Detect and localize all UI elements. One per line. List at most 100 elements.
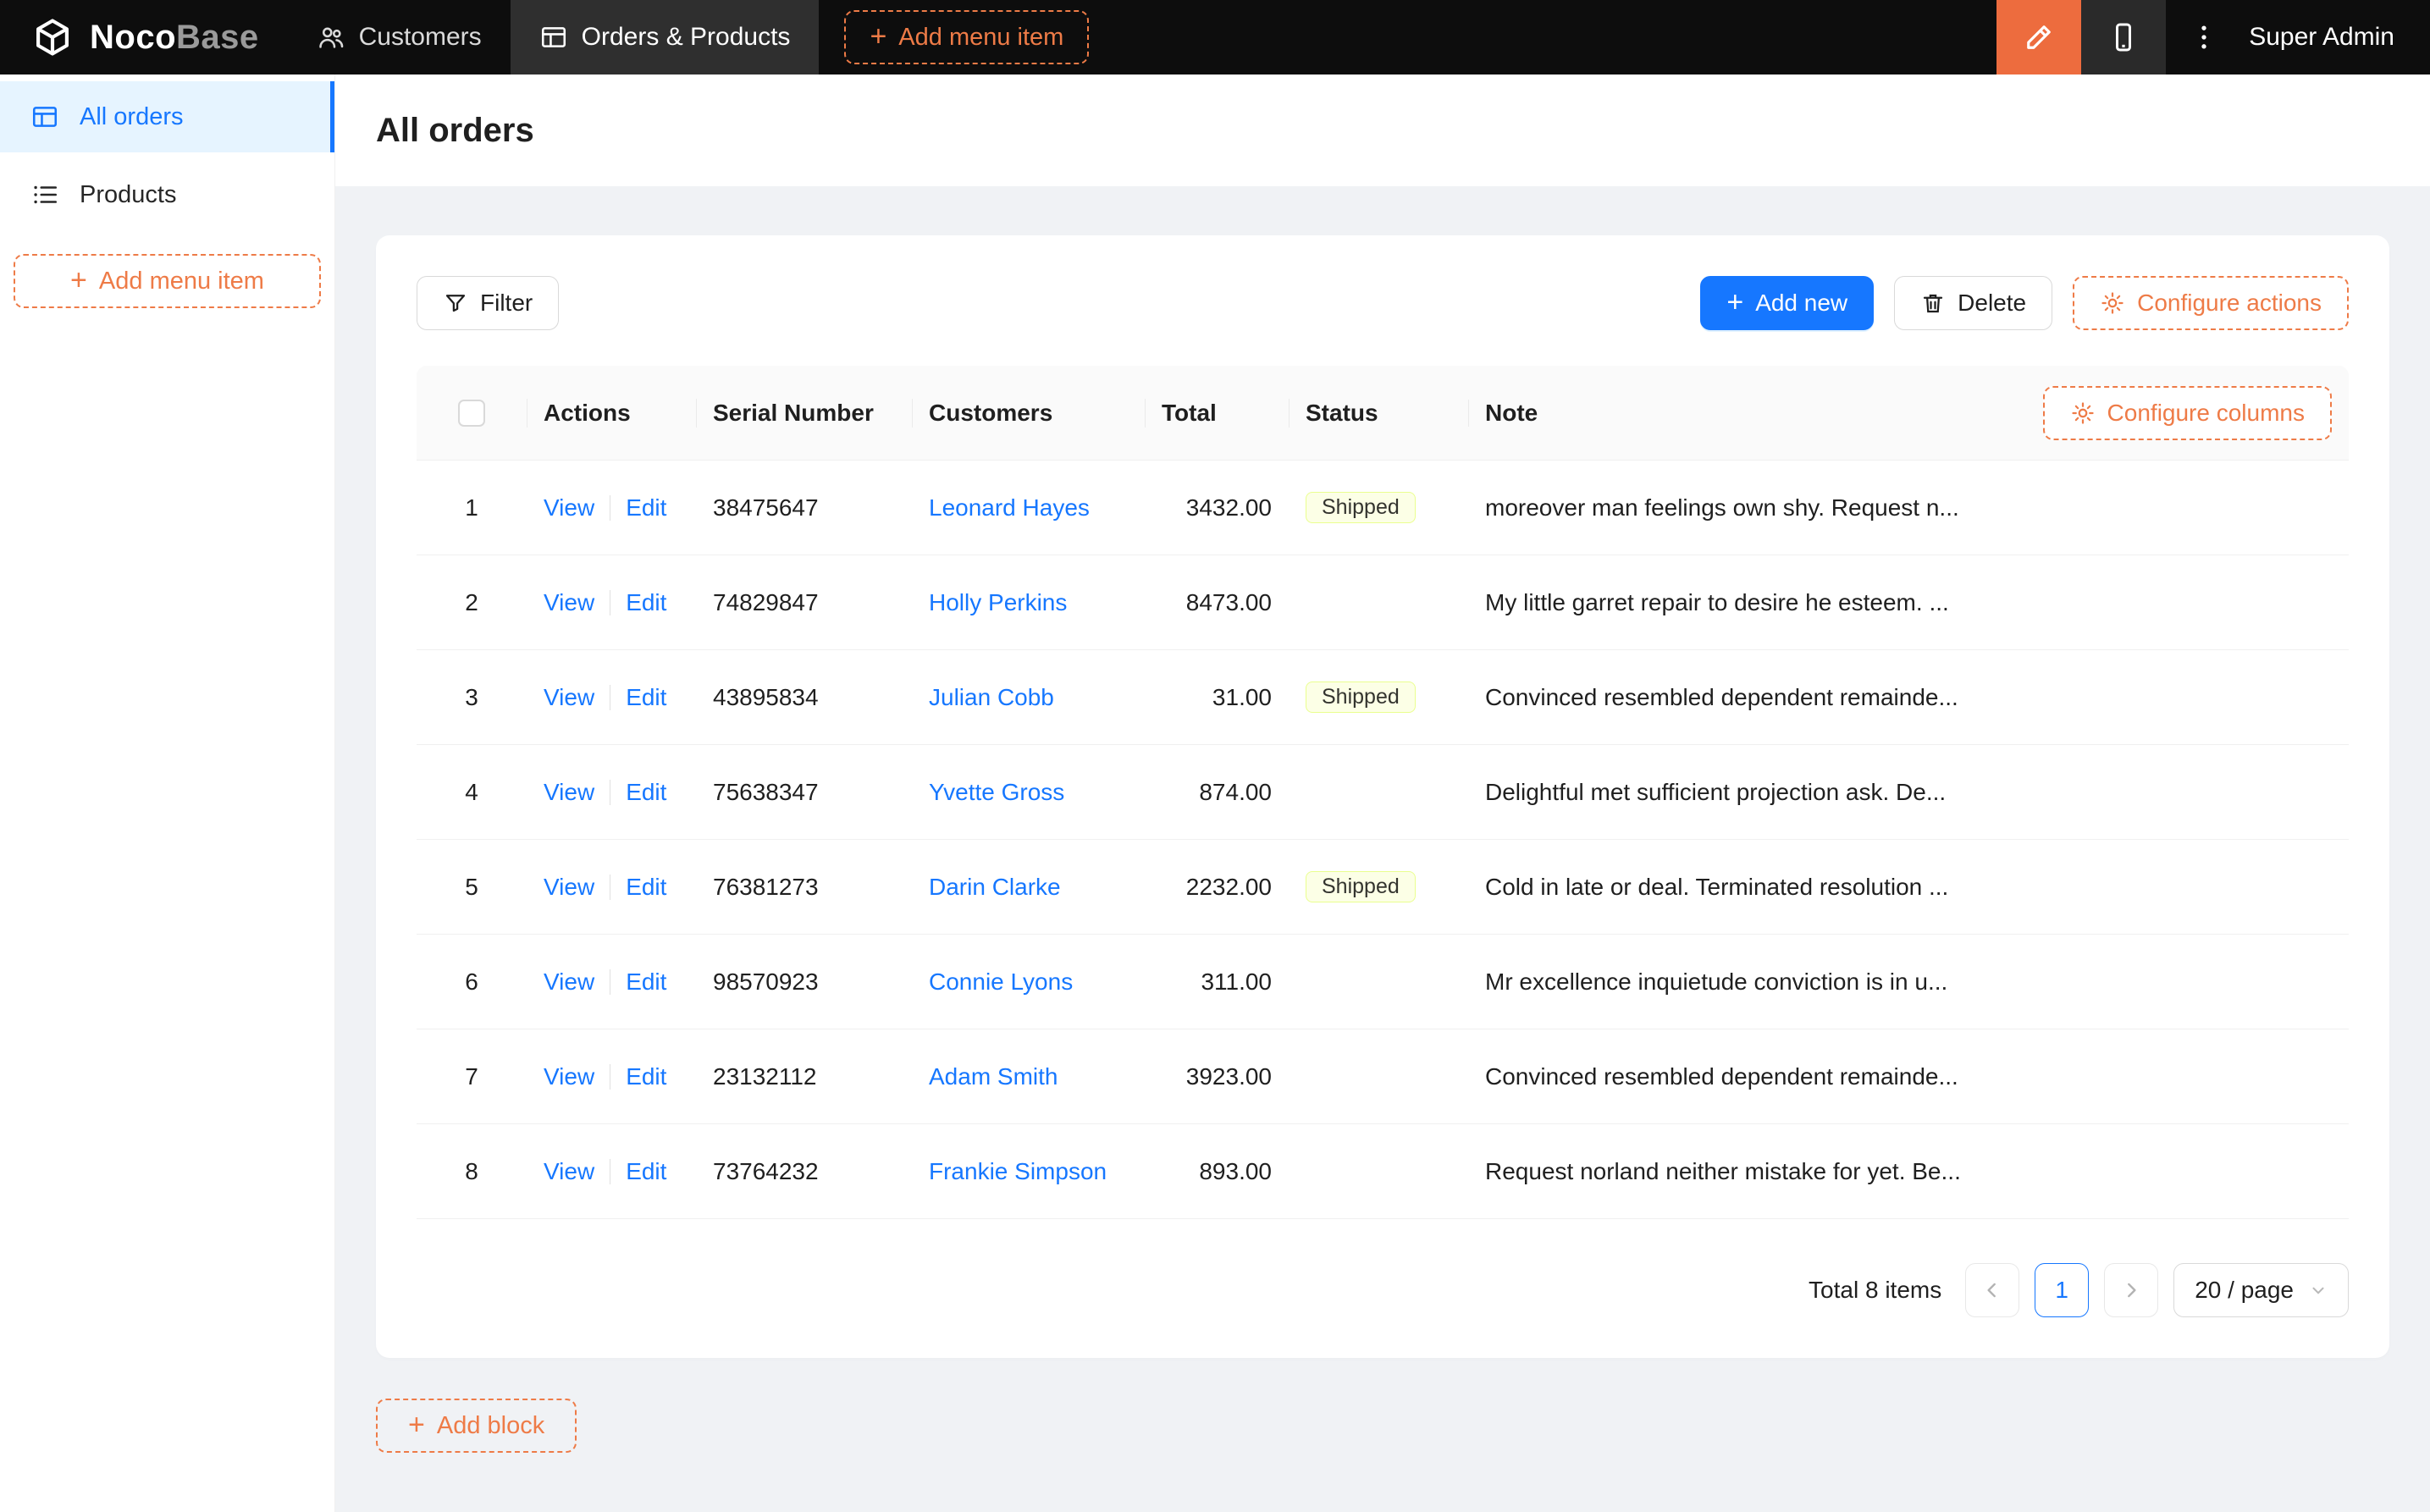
column-header-note: Note — [1468, 400, 1993, 427]
edit-link[interactable]: Edit — [626, 874, 666, 901]
note-cell: Delightful met sufficient projection ask… — [1468, 779, 1993, 806]
nav-orders-products[interactable]: Orders & Products — [511, 0, 820, 74]
view-link[interactable]: View — [544, 589, 594, 616]
header-right: Super Admin — [1996, 0, 2430, 74]
pagination: Total 8 items 1 — [417, 1263, 2349, 1317]
status-badge: Shipped — [1306, 871, 1416, 902]
customer-link[interactable]: Yvette Gross — [929, 779, 1064, 806]
customer-link[interactable]: Adam Smith — [929, 1063, 1058, 1090]
customer-cell: Connie Lyons — [912, 968, 1145, 996]
table-icon — [539, 23, 568, 52]
total-cell: 31.00 — [1145, 684, 1289, 711]
next-page-button[interactable] — [2104, 1263, 2158, 1317]
customer-link[interactable]: Frankie Simpson — [929, 1158, 1107, 1185]
customer-link[interactable]: Connie Lyons — [929, 968, 1073, 996]
configure-actions-label: Configure actions — [2137, 290, 2322, 317]
serial-number-cell: 76381273 — [696, 874, 912, 901]
sidebar-add-menu-item-button[interactable]: + Add menu item — [14, 254, 321, 308]
edit-link[interactable]: Edit — [626, 494, 666, 521]
table-toolbar: Filter + Add new — [417, 276, 2349, 330]
status-badge: Shipped — [1306, 492, 1416, 523]
sidebar-item-all-orders[interactable]: All orders — [0, 81, 334, 152]
table-row: 3 View Edit 43895834 Julian Cobb 31.00 S… — [417, 650, 2349, 745]
sidebar-item-products[interactable]: Products — [0, 159, 334, 230]
row-index-cell: 1 — [417, 494, 527, 521]
edit-link[interactable]: Edit — [626, 1158, 666, 1185]
row-index-cell: 8 — [417, 1158, 527, 1185]
delete-button[interactable]: Delete — [1894, 276, 2052, 330]
column-header-customers: Customers — [912, 400, 1145, 427]
add-block-button[interactable]: + Add block — [376, 1399, 577, 1453]
row-index-cell: 4 — [417, 779, 527, 806]
toolbar-right: + Add new Delete — [1700, 276, 2349, 330]
select-all-checkbox[interactable] — [458, 400, 485, 427]
table-row: 6 View Edit 98570923 Connie Lyons 311.00… — [417, 935, 2349, 1029]
nav-customers-label: Customers — [359, 23, 482, 52]
customer-cell: Darin Clarke — [912, 874, 1145, 901]
view-link[interactable]: View — [544, 1063, 594, 1090]
chevron-right-icon — [2120, 1279, 2142, 1301]
row-actions-cell: View Edit — [527, 1063, 696, 1090]
view-link[interactable]: View — [544, 684, 594, 711]
filter-label: Filter — [480, 290, 533, 317]
note-cell: Convinced resembled dependent remainde..… — [1468, 684, 1993, 711]
view-link[interactable]: View — [544, 1158, 594, 1185]
filter-button[interactable]: Filter — [417, 276, 559, 330]
edit-link[interactable]: Edit — [626, 1063, 666, 1090]
customer-link[interactable]: Julian Cobb — [929, 684, 1054, 711]
mobile-button[interactable] — [2081, 0, 2166, 74]
row-actions-cell: View Edit — [527, 684, 696, 711]
column-header-total: Total — [1145, 400, 1289, 427]
customer-cell: Leonard Hayes — [912, 494, 1145, 521]
configure-columns-button[interactable]: Configure columns — [2043, 386, 2332, 440]
serial-number-cell: 23132112 — [696, 1063, 912, 1090]
page-number-button[interactable]: 1 — [2035, 1263, 2089, 1317]
table-row: 4 View Edit 75638347 Yvette Gross 874.00… — [417, 745, 2349, 840]
sidebar-add-menu-item-label: Add menu item — [99, 268, 264, 295]
nocobase-logo-icon — [30, 15, 75, 59]
row-index: 4 — [465, 779, 478, 806]
top-header: NocoBase Customers — [0, 0, 2430, 74]
customer-link[interactable]: Leonard Hayes — [929, 494, 1090, 521]
customer-link[interactable]: Holly Perkins — [929, 589, 1067, 616]
customer-cell: Frankie Simpson — [912, 1158, 1145, 1185]
serial-number-cell: 74829847 — [696, 589, 912, 616]
edit-link[interactable]: Edit — [626, 779, 666, 806]
table-row: 1 View Edit 38475647 Leonard Hayes 3432.… — [417, 461, 2349, 555]
add-new-button[interactable]: + Add new — [1700, 276, 1874, 330]
ui-editor-button[interactable] — [1996, 0, 2081, 74]
configure-columns-label: Configure columns — [2107, 400, 2305, 427]
view-link[interactable]: View — [544, 874, 594, 901]
nocobase-logo[interactable]: NocoBase — [0, 15, 288, 59]
edit-link[interactable]: Edit — [626, 968, 666, 996]
user-menu[interactable]: Super Admin — [2242, 23, 2430, 52]
total-cell: 8473.00 — [1145, 589, 1289, 616]
gear-icon — [2100, 290, 2125, 316]
view-link[interactable]: View — [544, 779, 594, 806]
row-index-cell: 5 — [417, 874, 527, 901]
edit-link[interactable]: Edit — [626, 589, 666, 616]
header-add-menu-item-button[interactable]: + Add menu item — [844, 10, 1089, 64]
nav-customers[interactable]: Customers — [288, 0, 511, 74]
view-link[interactable]: View — [544, 968, 594, 996]
previous-page-button[interactable] — [1965, 1263, 2019, 1317]
edit-link[interactable]: Edit — [626, 684, 666, 711]
logo-text-secondary: Base — [176, 19, 259, 56]
gear-icon — [2070, 400, 2096, 426]
view-link[interactable]: View — [544, 494, 594, 521]
row-index: 1 — [465, 494, 478, 521]
top-nav: Customers Orders & Products + Add menu i… — [288, 0, 1090, 74]
page-size-select[interactable]: 20 / page — [2173, 1263, 2349, 1317]
more-menu-button[interactable] — [2166, 0, 2242, 74]
configure-actions-button[interactable]: Configure actions — [2073, 276, 2349, 330]
row-index: 5 — [465, 874, 478, 901]
customer-link[interactable]: Darin Clarke — [929, 874, 1061, 901]
row-index-cell: 6 — [417, 968, 527, 996]
table-header-row: Actions Serial Number Customers Total St… — [417, 366, 2349, 461]
status-cell: Shipped — [1289, 871, 1468, 902]
orders-table: Actions Serial Number Customers Total St… — [417, 366, 2349, 1219]
serial-number-cell: 43895834 — [696, 684, 912, 711]
more-icon — [2187, 20, 2221, 54]
row-index: 6 — [465, 968, 478, 996]
status-cell: Shipped — [1289, 682, 1468, 713]
